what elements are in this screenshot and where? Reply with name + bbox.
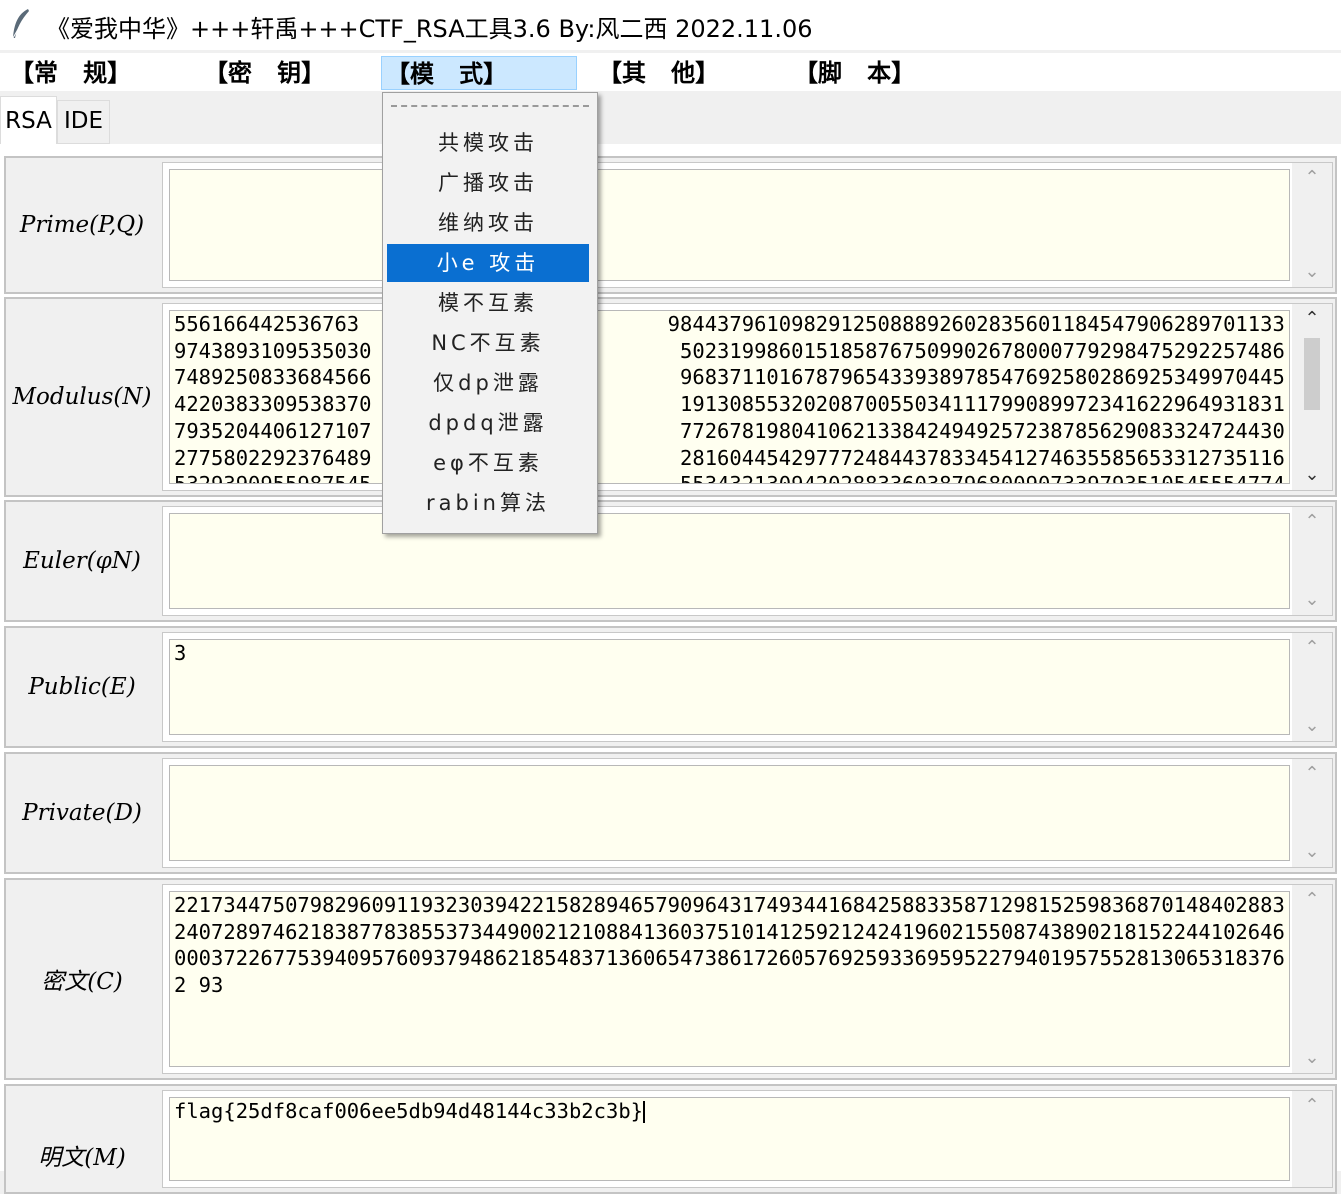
menu-item-modulus-not-coprime[interactable]: 模不互素 — [387, 284, 589, 322]
scroll-thumb[interactable] — [1304, 338, 1320, 410]
prime-scrollbar[interactable]: ⌃ ⌄ — [1292, 163, 1332, 287]
prime-row: Prime(P,Q) ⌃ ⌄ — [4, 156, 1337, 294]
scroll-down-icon[interactable]: ⌄ — [1292, 585, 1332, 615]
menu-item-small-e[interactable]: 小e 攻击 — [387, 244, 589, 282]
text-cursor — [643, 1101, 645, 1123]
menu-item-dpdq-leak[interactable]: dpdq泄露 — [387, 404, 589, 442]
scroll-up-icon[interactable]: ⌃ — [1292, 507, 1332, 537]
menu-bar: 【常 规】 【密 钥】 【模 式】 【其 他】 【脚 本】 — [0, 53, 1341, 91]
scroll-down-icon[interactable]: ⌄ — [1292, 1043, 1332, 1073]
scroll-up-icon[interactable]: ⌃ — [1292, 304, 1332, 334]
tearoff-line[interactable] — [391, 105, 589, 107]
prime-input[interactable] — [169, 169, 1290, 281]
modulus-input[interactable]: 556166442536763 984437961098291250888926… — [169, 310, 1290, 484]
menu-item-common-modulus[interactable]: 共模攻击 — [387, 124, 589, 162]
plain-text: flag{25df8caf006ee5db94d48144c33b2c3b} — [174, 1099, 643, 1123]
menu-item-wiener[interactable]: 维纳攻击 — [387, 204, 589, 242]
menu-item-rabin[interactable]: rabin算法 — [387, 484, 589, 522]
modulus-row: Modulus(N) 556166442536763 9844379610982… — [4, 297, 1337, 497]
cipher-input[interactable]: 2217344750798296091193230394221582894657… — [169, 891, 1290, 1067]
plain-scrollbar[interactable]: ⌃ — [1292, 1091, 1332, 1187]
scroll-up-icon[interactable]: ⌃ — [1292, 633, 1332, 663]
private-scrollbar[interactable]: ⌃ ⌄ — [1292, 759, 1332, 867]
public-label: Public(E) — [28, 674, 136, 700]
scroll-down-icon[interactable]: ⌄ — [1292, 257, 1332, 287]
menu-general[interactable]: 【常 规】 — [6, 56, 166, 90]
scroll-down-icon[interactable]: ⌄ — [1292, 460, 1332, 490]
cipher-scrollbar[interactable]: ⌃ ⌄ — [1292, 885, 1332, 1073]
window-title: 《爱我中华》+++轩禹+++CTF_RSA工具3.6 By:风二西 2022.1… — [46, 15, 813, 43]
scroll-up-icon[interactable]: ⌃ — [1292, 885, 1332, 915]
public-input[interactable]: 3 — [169, 639, 1290, 735]
scroll-up-icon[interactable]: ⌃ — [1292, 759, 1332, 789]
menu-item-e-phi-not-coprime[interactable]: eφ不互素 — [387, 444, 589, 482]
mode-dropdown: 共模攻击 广播攻击 维纳攻击 小e 攻击 模不互素 NC不互素 仅dp泄露 dp… — [382, 92, 598, 534]
private-input[interactable] — [169, 765, 1290, 861]
cipher-label: 密文(C) — [41, 969, 123, 995]
menu-mode[interactable]: 【模 式】 — [381, 56, 577, 90]
tab-ide[interactable]: IDE — [57, 100, 110, 144]
title-bar: 《爱我中华》+++轩禹+++CTF_RSA工具3.6 By:风二西 2022.1… — [0, 0, 1341, 50]
private-label: Private(D) — [22, 800, 142, 826]
cipher-row: 密文(C) 2217344750798296091193230394221582… — [4, 878, 1337, 1080]
public-row: Public(E) 3 ⌃ ⌄ — [4, 626, 1337, 748]
menu-other[interactable]: 【其 他】 — [594, 56, 754, 90]
euler-input[interactable] — [169, 513, 1290, 609]
tab-strip: RSA IDE — [0, 96, 1341, 144]
feather-icon — [12, 9, 29, 39]
scroll-down-icon[interactable]: ⌄ — [1292, 837, 1332, 867]
menu-item-broadcast[interactable]: 广播攻击 — [387, 164, 589, 202]
euler-row: Euler(φN) ⌃ ⌄ — [4, 500, 1337, 622]
plain-row: 明文(M) flag{25df8caf006ee5db94d48144c33b2… — [4, 1084, 1337, 1194]
menu-item-dp-leak[interactable]: 仅dp泄露 — [387, 364, 589, 402]
modulus-scrollbar[interactable]: ⌃ ⌄ — [1292, 304, 1332, 490]
plain-input[interactable]: flag{25df8caf006ee5db94d48144c33b2c3b} — [169, 1097, 1290, 1181]
prime-label: Prime(P,Q) — [19, 212, 145, 238]
modulus-label: Modulus(N) — [12, 384, 152, 410]
public-scrollbar[interactable]: ⌃ ⌄ — [1292, 633, 1332, 741]
scroll-up-icon[interactable]: ⌃ — [1292, 1091, 1332, 1121]
menu-key[interactable]: 【密 钥】 — [200, 56, 360, 90]
tab-rsa[interactable]: RSA — [0, 96, 57, 144]
euler-label: Euler(φN) — [23, 548, 141, 574]
menu-script[interactable]: 【脚 本】 — [790, 56, 950, 90]
menu-item-nc-not-coprime[interactable]: NC不互素 — [387, 324, 589, 362]
euler-scrollbar[interactable]: ⌃ ⌄ — [1292, 507, 1332, 615]
private-row: Private(D) ⌃ ⌄ — [4, 752, 1337, 874]
rsa-panel: Prime(P,Q) ⌃ ⌄ Modulus(N) 55616644253676… — [0, 144, 1341, 1194]
scroll-down-icon[interactable]: ⌄ — [1292, 711, 1332, 741]
scroll-up-icon[interactable]: ⌃ — [1292, 163, 1332, 193]
plain-label: 明文(M) — [38, 1145, 126, 1171]
